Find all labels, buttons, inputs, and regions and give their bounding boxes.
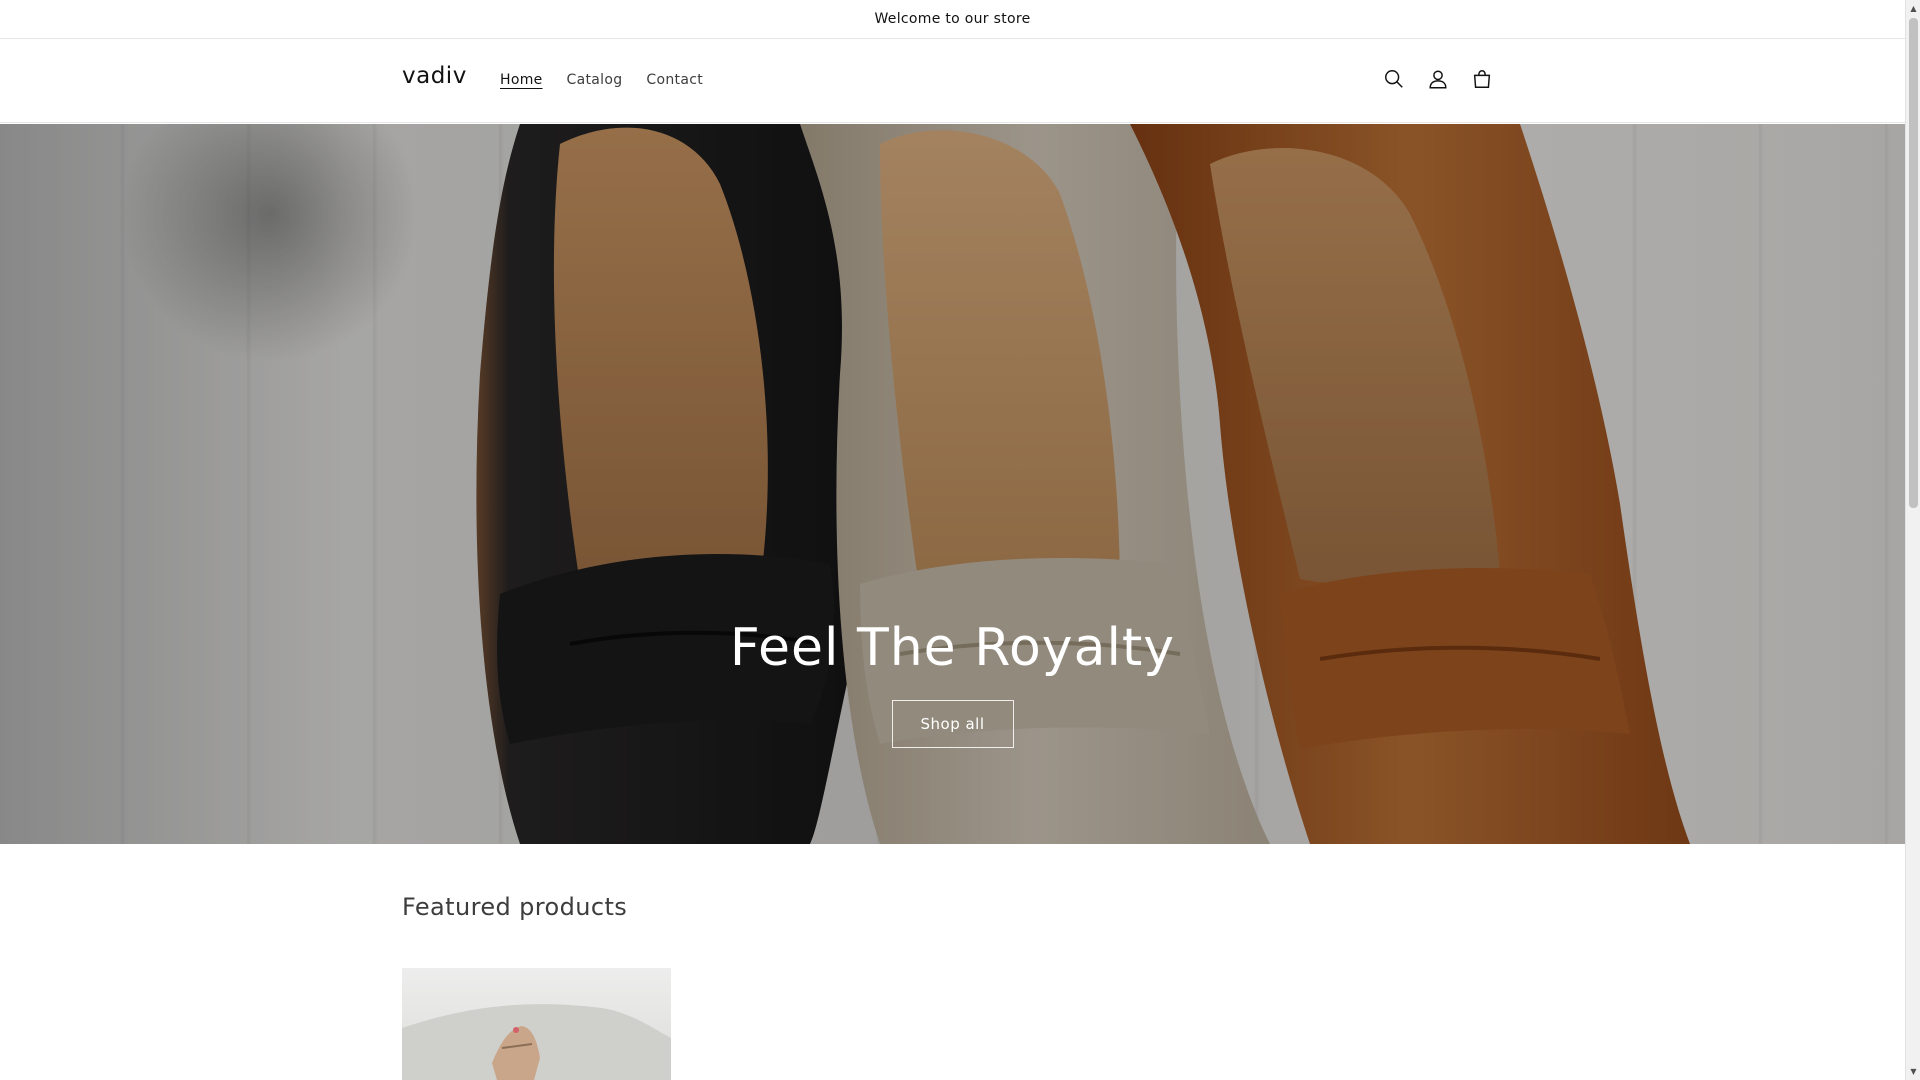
search-icon [1385, 70, 1403, 88]
hero-banner: Feel The Royalty Shop all [0, 124, 1905, 844]
nav-link-home[interactable]: Home [488, 69, 555, 91]
header-icons [1376, 61, 1500, 97]
nav-link-catalog[interactable]: Catalog [555, 69, 635, 91]
scroll-down-arrow-icon[interactable]: ▼ [1906, 1063, 1920, 1080]
product-image [402, 1004, 671, 1080]
announcement-text: Welcome to our store [874, 11, 1031, 27]
store-logo[interactable]: vadiv [402, 63, 467, 89]
account-button[interactable] [1420, 61, 1456, 97]
hero-title: Feel The Royalty [729, 618, 1176, 678]
site-header: vadiv Home Catalog Contact [0, 39, 1905, 123]
product-card[interactable] [402, 968, 671, 1080]
page: Welcome to our store vadiv Home Catalog … [0, 0, 1905, 1080]
shop-all-button[interactable]: Shop all [891, 700, 1014, 748]
hero-content: Feel The Royalty Shop all [0, 616, 1905, 748]
cart-icon [1473, 70, 1491, 88]
scroll-up-arrow-icon[interactable]: ▲ [1906, 0, 1920, 17]
cart-button[interactable] [1464, 61, 1500, 97]
search-button[interactable] [1376, 61, 1412, 97]
announcement-bar: Welcome to our store [0, 0, 1905, 39]
page-scrollbar[interactable]: ▲ ▼ [1905, 0, 1920, 1080]
featured-products-heading: Featured products [402, 893, 628, 921]
account-icon [1429, 70, 1447, 89]
main-nav: Home Catalog Contact [488, 69, 715, 91]
nav-link-contact[interactable]: Contact [634, 69, 715, 91]
scrollbar-thumb[interactable] [1909, 18, 1918, 508]
